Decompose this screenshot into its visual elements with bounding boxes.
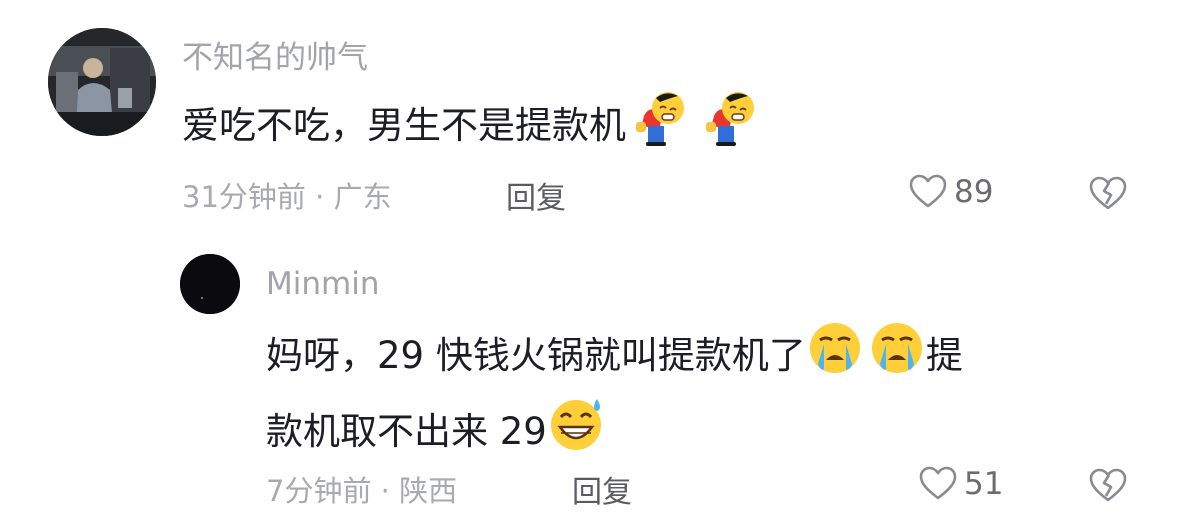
comment-text-line: 款机取不出来 29 bbox=[266, 395, 1126, 472]
comment-text: 妈呀，29 快钱火锅就叫提款机了 提 款机取不出来 29 bbox=[266, 320, 1126, 472]
comment-text: 爱吃不吃，男生不是提款机 bbox=[182, 88, 762, 167]
like-button[interactable]: 51 bbox=[918, 464, 1003, 504]
comment-text-body: 款机取不出来 29 bbox=[266, 410, 547, 453]
comment-location: 广东 bbox=[333, 180, 392, 214]
broken-heart-icon bbox=[1089, 468, 1127, 502]
comment-location: 陕西 bbox=[399, 474, 458, 508]
heart-icon bbox=[919, 466, 957, 500]
meta-separator: · bbox=[315, 180, 325, 214]
reply-button[interactable]: 回复 bbox=[506, 173, 566, 217]
comment-text-body: 妈呀，29 快钱火锅就叫提款机了 bbox=[266, 334, 806, 377]
bow-emoji bbox=[696, 88, 762, 167]
heart-icon bbox=[909, 174, 947, 208]
like-count: 89 bbox=[954, 174, 994, 210]
avatar-photo bbox=[48, 28, 156, 136]
comment-username[interactable]: 不知名的帅气 bbox=[182, 32, 368, 77]
crying-emoji bbox=[868, 320, 926, 395]
comment-meta: 7分钟前 · 陕西 bbox=[266, 468, 457, 510]
crying-emoji bbox=[806, 320, 864, 395]
dislike-button[interactable] bbox=[1088, 174, 1128, 216]
dislike-button[interactable] bbox=[1088, 466, 1128, 508]
avatar[interactable] bbox=[48, 28, 156, 136]
grinning-sweat-emoji bbox=[547, 395, 607, 472]
reply-button[interactable]: 回复 bbox=[572, 467, 632, 511]
comment-text-tail: 提 bbox=[925, 334, 963, 377]
comment-username[interactable]: Minmin bbox=[266, 266, 379, 302]
like-count: 51 bbox=[964, 466, 1004, 502]
meta-separator: · bbox=[380, 474, 390, 508]
comment-timestamp: 7分钟前 bbox=[266, 474, 372, 508]
comment-timestamp: 31分钟前 bbox=[182, 180, 306, 214]
avatar[interactable] bbox=[180, 254, 240, 314]
broken-heart-icon bbox=[1089, 176, 1127, 210]
comment-meta: 31分钟前 · 广东 bbox=[182, 174, 392, 216]
bow-emoji bbox=[626, 88, 692, 167]
comment-text-line: 妈呀，29 快钱火锅就叫提款机了 提 bbox=[266, 320, 1126, 395]
comment-text-body: 爱吃不吃，男生不是提款机 bbox=[182, 104, 626, 147]
avatar-photo bbox=[180, 254, 240, 314]
like-button[interactable]: 89 bbox=[908, 172, 993, 212]
